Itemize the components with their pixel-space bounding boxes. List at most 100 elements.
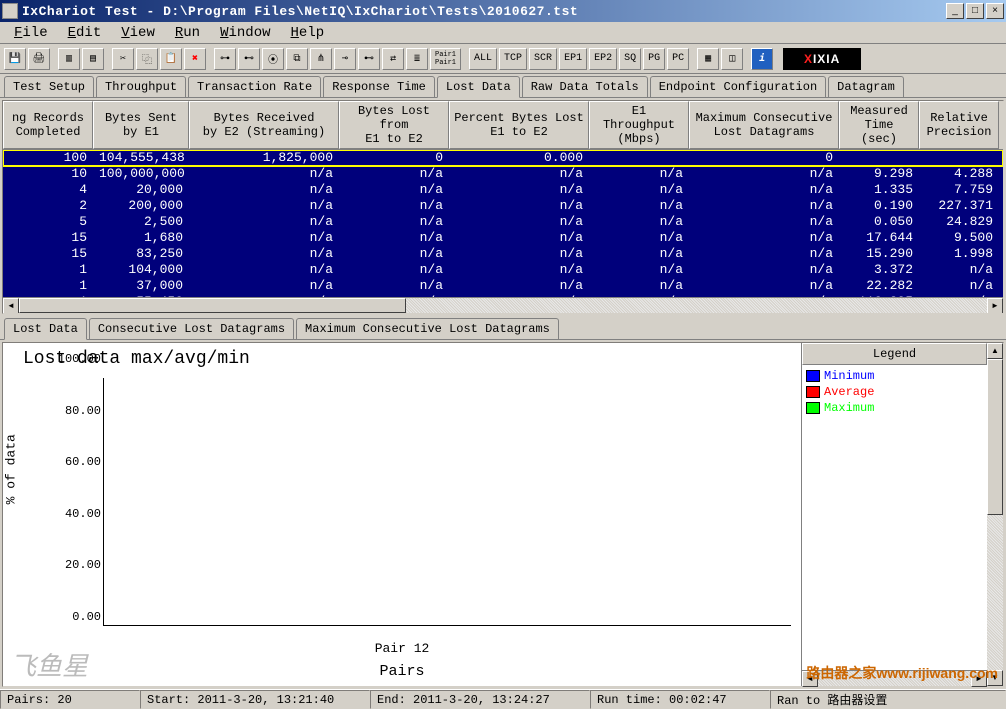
tab-throughput[interactable]: Throughput [96,76,186,97]
table-cell: 9.298 [839,166,919,182]
status-start: Start: 2011-3-20, 13:21:40 [140,690,370,709]
endpoint-icon[interactable]: ⦿ [262,48,284,70]
table-cell: n/a [689,262,839,278]
table-row[interactable]: 1104,000n/an/an/an/an/a3.372n/a [3,262,1003,278]
scroll-right-icon[interactable]: ► [987,298,1003,314]
column-header[interactable]: Bytes Receivedby E2 (Streaming) [189,101,339,149]
column-header[interactable]: E1 Throughput(Mbps) [589,101,689,149]
options-icon[interactable]: ◫ [721,48,743,70]
lower-tab-lost-data[interactable]: Lost Data [4,318,87,340]
table-row[interactable]: 420,000n/an/an/an/an/a1.3357.759 [3,182,1003,198]
column-header[interactable]: Bytes Sentby E1 [93,101,189,149]
legend-header: Legend [802,343,987,365]
toolbar-pg-button[interactable]: PG [643,48,665,70]
menu-file[interactable]: File [4,23,58,43]
column-header[interactable]: Percent Bytes LostE1 to E2 [449,101,589,149]
table-cell: 1,680 [93,230,189,246]
scroll-left-icon[interactable]: ◄ [3,298,19,314]
toolbar-all-button[interactable]: ALL [469,48,497,70]
column-header[interactable]: MeasuredTime (sec) [839,101,919,149]
scroll-thumb[interactable] [19,298,406,313]
group-icon[interactable]: ⧉ [286,48,308,70]
table-row[interactable]: 52,500n/an/an/an/an/a0.05024.829 [3,214,1003,230]
print-icon[interactable]: 🖨 [28,48,50,70]
table-cell: n/a [449,246,589,262]
table-row[interactable]: 137,000n/an/an/an/an/a22.282n/a [3,278,1003,294]
table-cell: 83,250 [93,246,189,262]
table-row[interactable]: 10100,000,000n/an/an/an/an/a9.2984.288 [3,166,1003,182]
table-row[interactable]: 100104,555,4381,825,00000.0000 [3,150,1003,166]
close-button[interactable]: × [986,3,1004,19]
watermark-logo: 飞鱼星 [10,646,88,683]
column-header[interactable]: Maximum ConsecutiveLost Datagrams [689,101,839,149]
cut-icon[interactable]: ✂ [112,48,134,70]
link-icon-2[interactable]: ⊷ [358,48,380,70]
legend-item[interactable]: Average [806,385,983,399]
menu-help[interactable]: Help [281,23,335,43]
column-header[interactable]: Bytes Lost fromE1 to E2 [339,101,449,149]
network-icon[interactable]: ⋔ [310,48,332,70]
info-icon[interactable]: i [751,48,773,70]
statusbar: Pairs: 20 Start: 2011-3-20, 13:21:40 End… [0,689,1006,709]
config-icon[interactable]: ▤ [82,48,104,70]
y-axis-label: % of data [4,434,19,504]
pair-icon[interactable]: ⊶ [214,48,236,70]
toolbar-pc-button[interactable]: PC [667,48,689,70]
legend-item[interactable]: Minimum [806,369,983,383]
maximize-button[interactable]: □ [966,3,984,19]
table-cell: 2,500 [93,214,189,230]
legend-item[interactable]: Maximum [806,401,983,415]
link-icon[interactable]: ⊸ [334,48,356,70]
column-header[interactable]: RelativePrecision [919,101,999,149]
view-icon[interactable]: ▦ [697,48,719,70]
legend-swatch [806,402,820,414]
table-cell: n/a [449,262,589,278]
pair-icon-2[interactable]: ⊷ [238,48,260,70]
table-row[interactable]: 2200,000n/an/an/an/an/a0.190227.371 [3,198,1003,214]
table-cell: n/a [189,230,339,246]
save-icon[interactable]: 💾 [4,48,26,70]
lower-tab-consecutive-lost-datagrams[interactable]: Consecutive Lost Datagrams [89,318,294,339]
pair-toggle-button[interactable]: Pair1Pair1 [430,48,461,70]
watermark-text: 路由器之家www.rijiwang.com [806,663,998,683]
table-cell: n/a [589,182,689,198]
table-cell: 0.000 [449,150,589,166]
table-cell: 104,000 [93,262,189,278]
column-header[interactable]: ng RecordsCompleted [3,101,93,149]
table-cell: n/a [339,198,449,214]
delete-icon[interactable]: ✖ [184,48,206,70]
lower-tab-maximum-consecutive-lost-datagrams[interactable]: Maximum Consecutive Lost Datagrams [296,318,559,339]
tab-datagram[interactable]: Datagram [828,76,904,97]
copy-icon[interactable]: ⿻ [136,48,158,70]
menu-window[interactable]: Window [210,23,280,43]
toolbar-tcp-button[interactable]: TCP [499,48,527,70]
tab-raw-data-totals[interactable]: Raw Data Totals [522,76,648,97]
table-cell: n/a [449,278,589,294]
vertical-scrollbar[interactable]: ▲ ▼ [987,343,1003,686]
tab-endpoint-configuration[interactable]: Endpoint Configuration [650,76,826,97]
toolbar-ep2-button[interactable]: EP2 [589,48,617,70]
menu-edit[interactable]: Edit [58,23,112,43]
table-cell: n/a [189,214,339,230]
menu-run[interactable]: Run [165,23,210,43]
toolbar-ep1-button[interactable]: EP1 [559,48,587,70]
toolbar-scr-button[interactable]: SCR [529,48,557,70]
tab-lost-data[interactable]: Lost Data [437,76,520,98]
export-icon[interactable]: ▥ [58,48,80,70]
horizontal-scrollbar[interactable]: ◄ ► [3,297,1003,313]
tab-test-setup[interactable]: Test Setup [4,76,94,97]
tab-response-time[interactable]: Response Time [323,76,435,97]
table-row[interactable]: 151,680n/an/an/an/an/a17.6449.500 [3,230,1003,246]
table-cell: n/a [339,214,449,230]
toolbar-sq-button[interactable]: SQ [619,48,641,70]
swap-icon[interactable]: ⇄ [382,48,404,70]
y-tick-label: 0.00 [51,610,101,624]
list-icon[interactable]: ≣ [406,48,428,70]
menu-view[interactable]: View [111,23,165,43]
table-cell: n/a [689,214,839,230]
minimize-button[interactable]: _ [946,3,964,19]
tab-transaction-rate[interactable]: Transaction Rate [188,76,321,97]
table-row[interactable]: 1583,250n/an/an/an/an/a15.2901.998 [3,246,1003,262]
table-cell: n/a [339,182,449,198]
paste-icon[interactable]: 📋 [160,48,182,70]
